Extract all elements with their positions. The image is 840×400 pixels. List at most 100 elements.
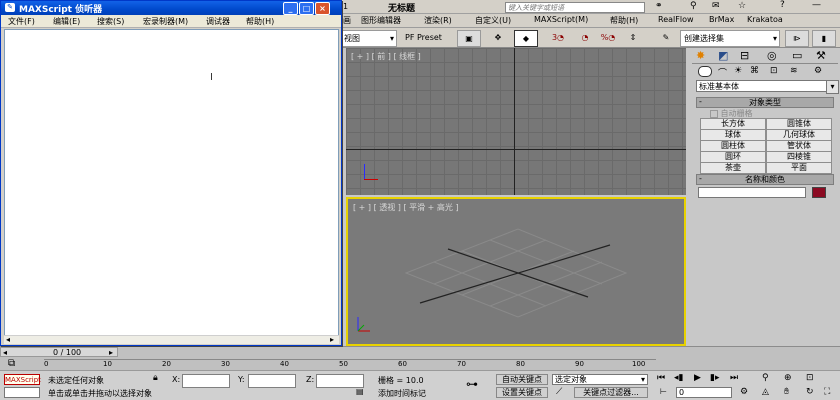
close-button[interactable]: × [315, 2, 330, 15]
hierarchy-tab-icon[interactable]: ⊟ [740, 49, 749, 62]
menu-item-customize[interactable]: 自定义(U) [475, 15, 511, 26]
listener-titlebar[interactable]: ✎ MAXScript 侦听器 _ □ × [1, 1, 341, 15]
field-of-view-icon[interactable]: ◬ [762, 387, 769, 397]
menu-item-help[interactable]: 帮助(H) [610, 15, 638, 26]
time-ruler[interactable]: 0 10 20 30 40 50 60 70 80 90 100 [44, 359, 656, 370]
viewport-front-label[interactable]: [ + ] [ 前 ] [ 线框 ] [351, 51, 421, 62]
binoculars-icon[interactable]: ⚭ [655, 1, 663, 11]
menu-item-edit[interactable]: 编辑(E) [53, 16, 80, 27]
zoom-extents-icon[interactable]: ⊡ [806, 373, 814, 383]
menu-item-krakatoa[interactable]: Krakatoa [747, 15, 783, 24]
snap-icon[interactable]: ◔ [573, 30, 597, 45]
y-coordinate-field[interactable] [248, 374, 296, 388]
viewport-front[interactable]: [ + ] [ 前 ] [ 线框 ] [346, 48, 686, 195]
key-mode-icon[interactable]: ⟋ [556, 387, 562, 397]
zoom-all-icon[interactable]: ⊕ [784, 373, 792, 383]
key-mode-toggle-icon[interactable]: ⊢ [660, 387, 667, 396]
scroll-right-icon[interactable]: ▸ [330, 335, 334, 344]
percent-snap-icon[interactable]: %◔ [597, 30, 619, 45]
motion-tab-icon[interactable]: ◎ [767, 49, 777, 62]
time-slider-left-icon[interactable]: ◂ [3, 348, 7, 357]
help-icon[interactable]: ? [780, 0, 785, 10]
menu-item-help[interactable]: 帮助(H) [246, 16, 274, 27]
next-frame-icon[interactable]: ▮▸ [710, 373, 719, 383]
angle-snap-icon[interactable]: 3◔ [545, 30, 571, 45]
maximize-viewport-icon[interactable]: ⛶ [824, 387, 830, 397]
maxscript-mini-output[interactable] [4, 387, 40, 398]
selection-set-dropdown[interactable]: 创建选择集 ▾ [680, 30, 780, 47]
communication-icon[interactable]: ✉ [712, 1, 720, 11]
horizontal-scrollbar[interactable]: ◂ ▸ [4, 335, 339, 344]
mirror-icon[interactable]: ⧐ [785, 30, 809, 47]
menu-item-brmax[interactable]: BrMax [709, 15, 734, 24]
auto-key-button[interactable]: 自动关键点 [496, 374, 548, 385]
maxscript-mini-listener[interactable]: MAXScript [4, 374, 41, 385]
scroll-left-icon[interactable]: ◂ [6, 335, 10, 344]
helpers-icon[interactable]: ⊡ [770, 66, 778, 76]
menu-item-debugger[interactable]: 调试器 [206, 16, 230, 27]
category-dropdown[interactable]: 标准基本体 ▾ [696, 80, 839, 94]
current-frame-field[interactable]: 0 [676, 387, 732, 398]
time-tag-icon[interactable]: ▤ [356, 387, 364, 396]
menu-item-maxscript[interactable]: MAXScript(M) [534, 15, 588, 24]
x-coordinate-field[interactable] [182, 374, 230, 388]
align-icon[interactable]: ▮ [812, 30, 836, 47]
time-configuration-icon[interactable]: ⚙ [740, 387, 748, 397]
previous-frame-icon[interactable]: ◂▮ [674, 373, 683, 383]
transform-gizmo-icon[interactable]: ✥ [487, 30, 509, 45]
menu-item-realflow[interactable]: RealFlow [658, 15, 694, 24]
cameras-icon[interactable]: ⌘ [750, 66, 759, 76]
search-input[interactable] [505, 2, 645, 13]
curve-editor-icon[interactable]: ⧉ [8, 358, 15, 369]
object-name-field[interactable] [698, 187, 806, 198]
snap-toggle-icon[interactable]: ▣ [457, 30, 481, 47]
menu-item-file[interactable]: 文件(F) [8, 16, 35, 27]
utilities-tab-icon[interactable]: ⚒ [816, 49, 826, 62]
favorites-icon[interactable]: ☆ [738, 1, 746, 11]
plane-button[interactable]: 平面 [766, 162, 832, 174]
zoom-icon[interactable]: ⚲ [762, 373, 769, 383]
search-tools-icon[interactable]: ⚲ [690, 1, 697, 11]
teapot-button[interactable]: 茶壶 [700, 162, 766, 174]
menu-item-macro-recorder[interactable]: 宏录制器(M) [143, 16, 188, 27]
chevron-down-icon[interactable]: ▾ [826, 80, 839, 94]
go-to-start-icon[interactable]: ⏮ [657, 373, 665, 383]
spinner-snap-icon[interactable]: ⇕ [622, 30, 644, 45]
viewport-perspective[interactable]: [ + ] [ 透视 ] [ 平滑 + 高光 ] [346, 197, 686, 346]
select-object-icon[interactable]: ◆ [514, 30, 538, 47]
lock-selection-icon[interactable]: 🔒︎ [153, 373, 158, 383]
menu-item-search[interactable]: 搜索(S) [97, 16, 124, 27]
play-icon[interactable]: ▶ [694, 373, 701, 383]
add-time-tag[interactable]: 添加时间标记 [378, 388, 426, 399]
view-dropdown[interactable]: 视图 ▾ [341, 30, 397, 47]
lights-icon[interactable]: ☀ [734, 66, 742, 76]
object-color-swatch[interactable] [812, 187, 826, 198]
z-coordinate-field[interactable] [316, 374, 364, 388]
orbit-icon[interactable]: ↻ [806, 387, 814, 397]
name-color-rollout-header[interactable]: - 名称和颜色 [696, 174, 834, 185]
display-tab-icon[interactable]: ▭ [792, 49, 802, 62]
geometry-icon[interactable] [698, 66, 712, 77]
maximize-button[interactable]: □ [299, 2, 314, 15]
edit-named-selection-icon[interactable]: ✎ [655, 30, 677, 45]
key-filters-button[interactable]: 关键点过滤器... [574, 387, 648, 398]
time-slider[interactable]: ◂ 0 / 100 ▸ [0, 347, 118, 357]
menu-item-leading[interactable]: 画 [343, 15, 351, 26]
spacewarps-icon[interactable]: ≋ [790, 66, 798, 76]
systems-icon[interactable]: ⚙ [814, 66, 822, 76]
time-slider-right-icon[interactable]: ▸ [109, 348, 113, 357]
pan-icon[interactable]: ✋︎ [784, 387, 789, 397]
set-key-button[interactable]: 设置关键点 [496, 387, 548, 398]
key-icon[interactable]: ⊶ [466, 377, 478, 391]
shapes-icon[interactable]: ⌒ [718, 66, 727, 79]
object-type-rollout-header[interactable]: - 对象类型 [696, 97, 834, 108]
pf-preset-label[interactable]: PF Preset [405, 33, 442, 42]
create-tab-icon[interactable]: ✸ [696, 49, 705, 62]
go-to-end-icon[interactable]: ⏭ [730, 373, 738, 383]
selected-dropdown[interactable]: 选定对象 ▾ [552, 374, 648, 385]
menu-item-graph-editors[interactable]: 图形编辑器 [361, 15, 401, 26]
listener-text-area[interactable]: I [4, 29, 339, 343]
menu-item-rendering[interactable]: 渲染(R) [424, 15, 452, 26]
minimize-button[interactable]: _ [283, 2, 298, 15]
modify-tab-icon[interactable]: ◩ [718, 49, 728, 62]
